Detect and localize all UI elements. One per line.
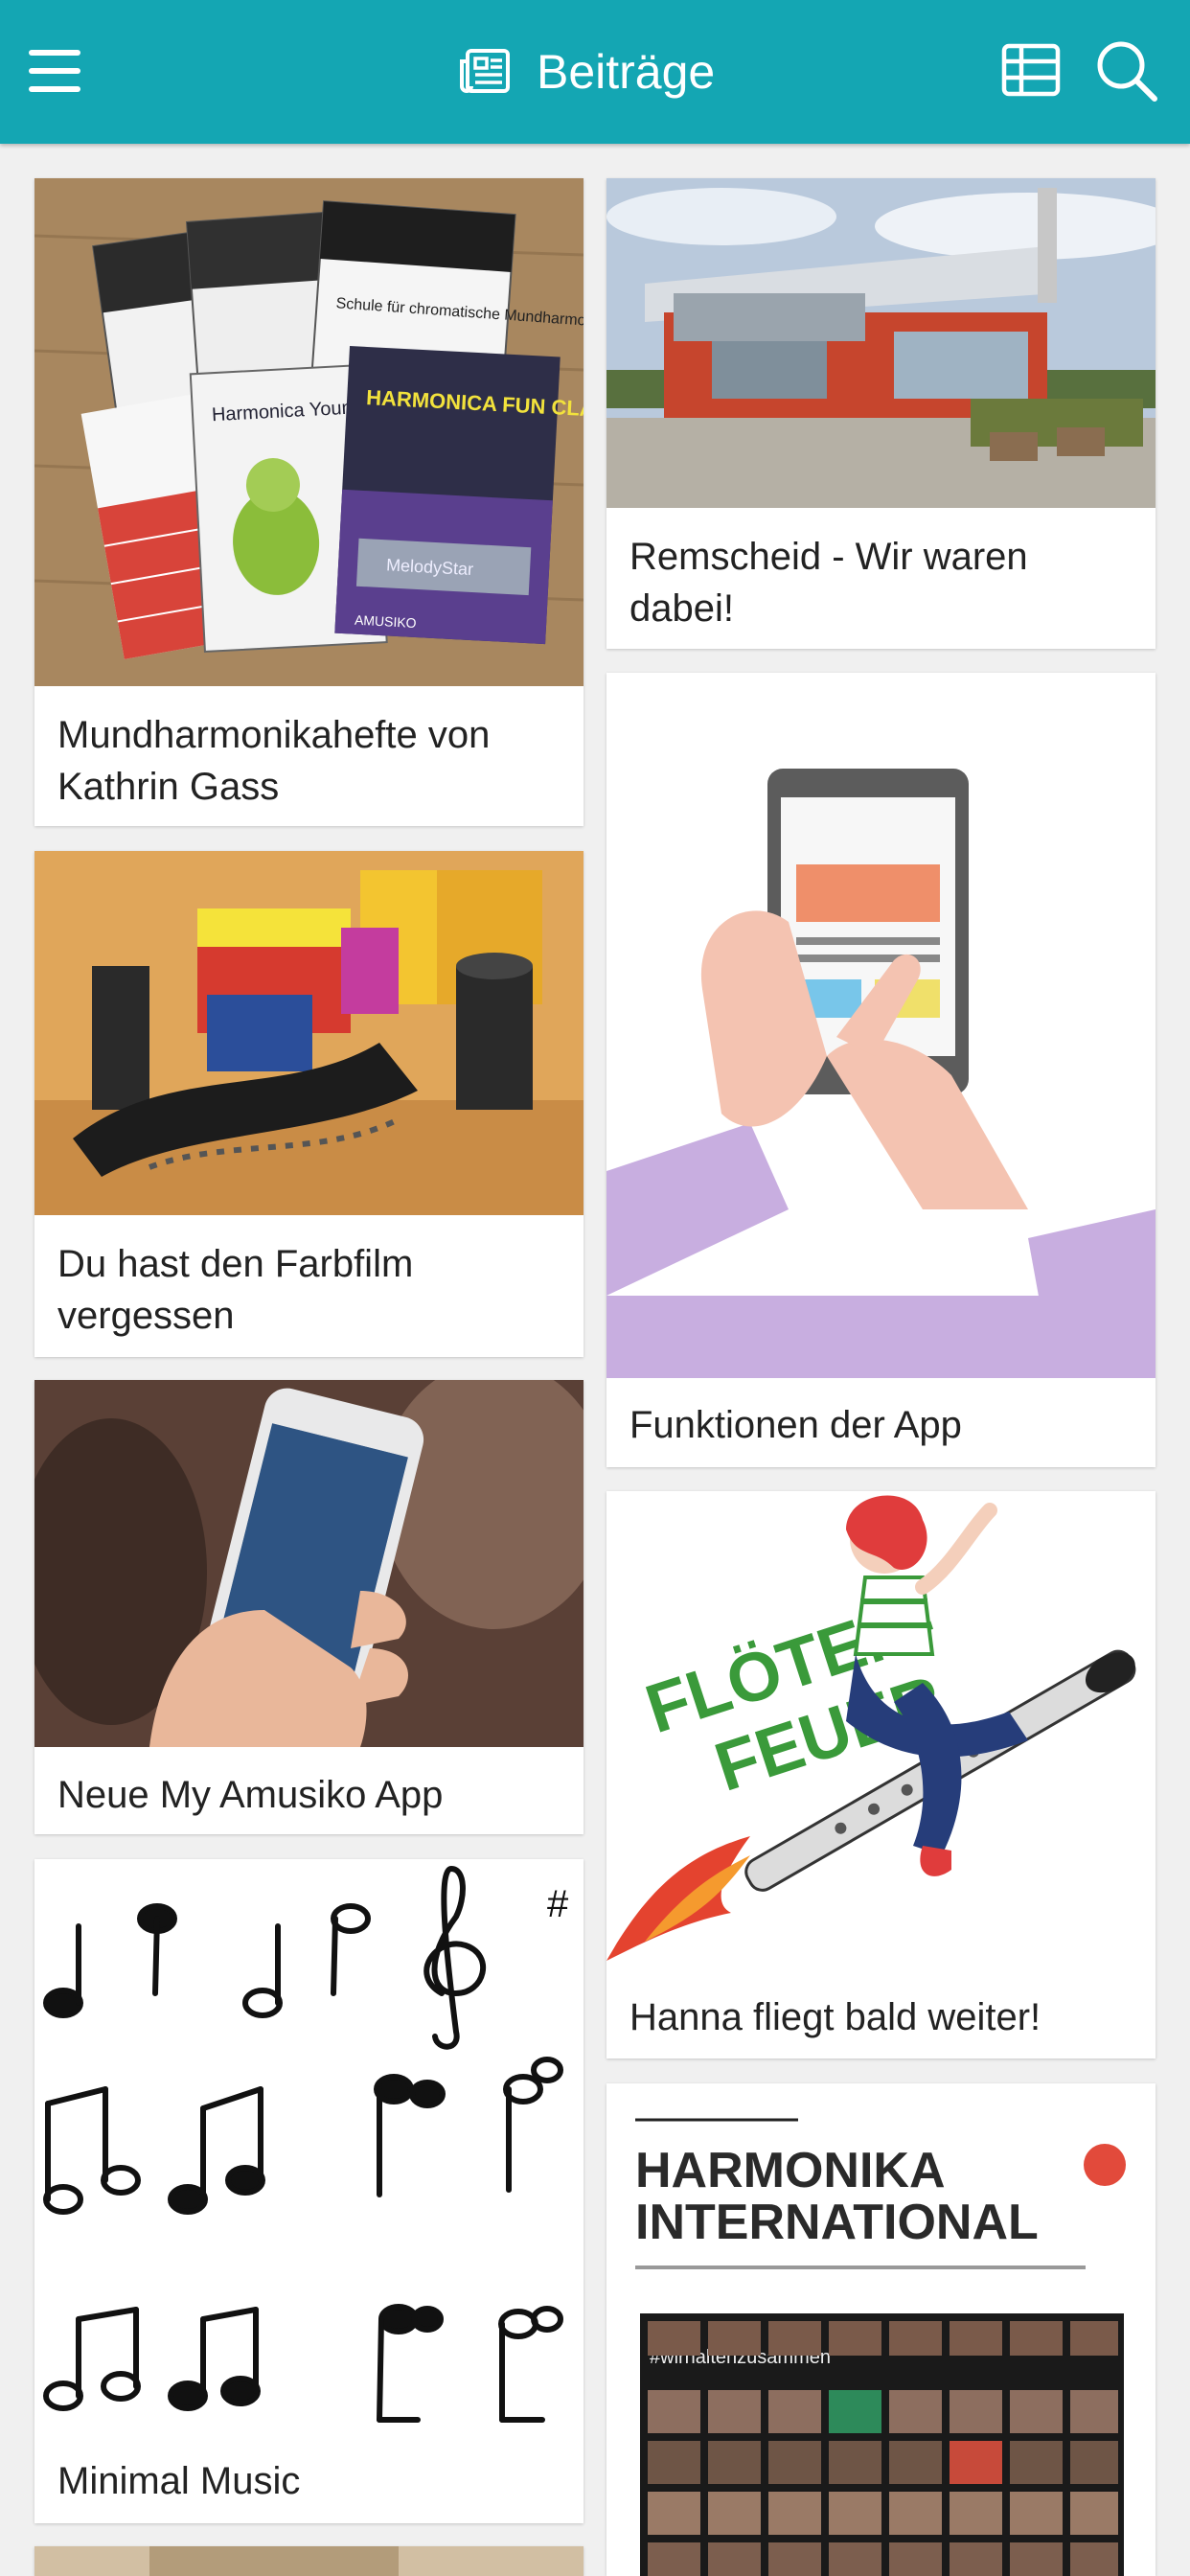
post-card[interactable]: Neue My Amusiko App bbox=[34, 1380, 584, 1834]
post-title: Minimal Music bbox=[57, 2460, 301, 2502]
post-title: Neue My Amusiko App bbox=[57, 1774, 444, 1816]
post-card[interactable]: Remscheid - Wir waren dabei! bbox=[606, 178, 1156, 649]
post-title: Du hast den Farbfilm vergessen bbox=[57, 1243, 414, 1337]
post-card[interactable]: # Minimal Music bbox=[34, 1859, 584, 2523]
table-view-icon[interactable] bbox=[1000, 40, 1062, 102]
magazine-title-line2: INTERNATIONAL bbox=[635, 2195, 1039, 2250]
page-title: Beiträge bbox=[537, 45, 716, 99]
harmonica-books-photo: Schule für chromatische Mundharmonika Ha… bbox=[34, 178, 584, 686]
svg-text:#: # bbox=[547, 1883, 569, 1925]
post-title: Remscheid - Wir waren dabei! bbox=[629, 536, 1028, 630]
building-photo bbox=[606, 178, 1156, 508]
search-icon[interactable] bbox=[1094, 38, 1159, 104]
post-card[interactable]: Funktionen der App bbox=[606, 673, 1156, 1467]
page-title-group: Beiträge bbox=[458, 38, 715, 105]
smartphone-in-hand-photo bbox=[34, 1380, 584, 1747]
magazine-title-line1: HARMONIKA bbox=[635, 2143, 946, 2198]
post-title: Mundharmonikahefte von Kathrin Gass bbox=[57, 714, 491, 808]
partial-photo bbox=[34, 2546, 584, 2576]
post-card[interactable]: Du hast den Farbfilm vergessen bbox=[34, 851, 584, 1357]
floeten-feuer-illustration: FLÖTEN- FEUER bbox=[606, 1491, 1156, 1970]
post-card[interactable]: FLÖTEN- FEUER Hanna fliegt bald weiter! bbox=[606, 1491, 1156, 2058]
hamburger-menu-icon[interactable] bbox=[27, 42, 84, 100]
film-rolls-photo bbox=[34, 851, 584, 1215]
post-title: Hanna fliegt bald weiter! bbox=[629, 1996, 1041, 2038]
newspaper-icon bbox=[458, 48, 512, 96]
top-app-bar: Beiträge bbox=[0, 0, 1190, 144]
music-notes-drawing: # bbox=[34, 1859, 584, 2523]
book-cover-text: AMUSIKO bbox=[355, 612, 417, 631]
post-card[interactable]: Schule für chromatische Mundharmonika Ha… bbox=[34, 178, 584, 826]
phone-in-hands-illustration bbox=[606, 673, 1156, 1378]
post-card[interactable]: HARMONIKA INTERNATIONAL #wirhaltenzusamm… bbox=[606, 2083, 1156, 2576]
post-title: Funktionen der App bbox=[629, 1404, 962, 1446]
harmonika-international-cover: HARMONIKA INTERNATIONAL #wirhaltenzusamm… bbox=[606, 2083, 1156, 2576]
post-card[interactable] bbox=[34, 2546, 584, 2576]
